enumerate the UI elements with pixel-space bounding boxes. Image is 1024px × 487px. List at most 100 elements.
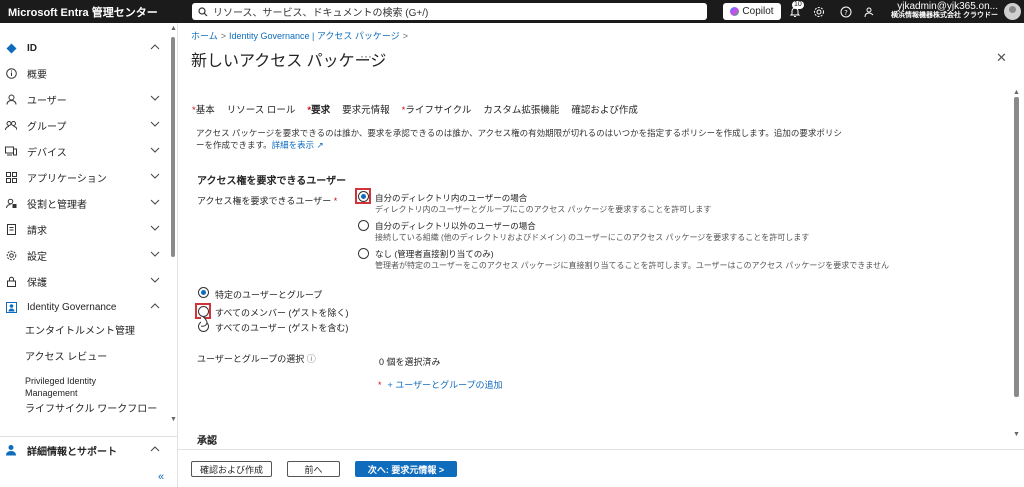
sidebar-subitem-pim[interactable]: Privileged Identity Management [25,375,135,399]
account-info[interactable]: yjkadmin@yjk365.on... 横浜情報機器株式会社 クラウドー [880,2,998,20]
approval-section-title: 承認 [197,436,217,447]
apps-icon [4,170,18,184]
info-icon: ⓘ [306,354,316,364]
billing-icon [4,222,18,236]
sidebar-item-users[interactable]: ユーザー [0,87,170,111]
chevron-down-icon [150,119,160,130]
gear-icon [4,248,18,262]
chevron-down-icon [150,223,160,234]
sidebar-item-settings[interactable]: 設定 [0,243,170,267]
sidebar-item-groups[interactable]: グループ [0,113,170,137]
person-icon [4,92,18,106]
scroll-up-arrow-icon[interactable]: ▲ [1013,89,1020,96]
sidebar-item-label: デバイス [27,147,67,159]
sidebar-item-billing[interactable]: 請求 [0,217,170,241]
tab-basics[interactable]: *基本 [192,102,215,116]
sidebar-item-protection[interactable]: 保護 [0,269,170,293]
notification-badge: 10 [792,1,804,9]
chevron-down-icon [150,197,160,208]
sidebar-item-label: ID [27,42,37,54]
sidebar-item-label: 詳細情報とサポート [27,446,117,458]
select-users-label: ユーザーとグループの選択 ⓘ [197,354,316,364]
option-title: なし (管理者直接割り当てのみ) [375,249,494,259]
sidebar-item-label: ユーザー [27,95,67,107]
sidebar-item-devices[interactable]: デバイス [0,139,170,163]
next-button[interactable]: 次へ: 要求元情報 > [355,461,457,477]
chevron-down-icon [150,93,160,104]
close-icon[interactable]: ✕ [996,50,1007,66]
chevron-up-icon [150,444,160,455]
sidebar-item-label: 役割と管理者 [27,199,87,211]
sidebar-item-applications[interactable]: アプリケーション [0,165,170,189]
previous-button[interactable]: 前へ [287,461,340,477]
radio-specific-users[interactable] [198,287,209,298]
more-options-button[interactable]: ··· [360,49,372,63]
role-icon [4,196,18,210]
field-label: アクセス権を要求できるユーザー * [197,196,338,206]
radio-in-directory[interactable] [358,191,369,202]
page-title: 新しいアクセス パッケージ [191,53,387,70]
radio-none-admin-only[interactable] [358,248,369,259]
wizard-tabs: *基本 リソース ロール *要求 要求元情報 *ライフサイクル カスタム拡張機能… [192,102,650,116]
avatar[interactable] [1004,3,1021,20]
chevron-right-icon: > [220,31,226,41]
tab-requests[interactable]: *要求 [307,102,330,116]
sidebar-item-label: Identity Governance [27,301,117,313]
footer: 確認および作成 前へ 次へ: 要求元情報 > [178,449,1024,487]
scope-option-label: すべてのメンバー (ゲストを除く) [215,308,349,318]
device-icon [4,144,18,158]
tab-review-create[interactable]: 確認および作成 [571,102,638,116]
chevron-down-icon [150,249,160,260]
sidebar-item-roles[interactable]: 役割と管理者 [0,191,170,215]
help-icon[interactable]: ? [838,4,853,19]
breadcrumb-home[interactable]: ホーム [191,31,218,41]
sidebar-item-label: 請求 [27,225,47,237]
option-description: 接続している組織 (他のディレクトリおよびドメイン) のユーザーにこのアクセス … [375,233,810,242]
svg-text:?: ? [844,9,848,17]
breadcrumb-access-packages[interactable]: Identity Governance | アクセス パッケージ [229,31,400,41]
option-title: 自分のディレクトリ以外のユーザーの場合 [375,221,536,231]
add-users-groups-link[interactable]: * + ユーザーとグループの追加 [378,378,503,391]
copilot-button[interactable]: Copilot [723,3,781,20]
tab-resource-roles[interactable]: リソース ロール [227,102,296,116]
scroll-down-arrow-icon[interactable]: ▼ [1013,431,1020,438]
sidebar-subitem-access-reviews[interactable]: アクセス レビュー [25,352,165,364]
learn-more-link[interactable]: 詳細を表示 ↗ [272,140,324,150]
tab-custom-extensions[interactable]: カスタム拡張機能 [483,102,559,116]
copilot-label: Copilot [742,6,774,17]
diamond-icon [4,41,18,55]
collapse-sidebar-button[interactable]: « [158,471,164,483]
cursor-icon [200,315,208,327]
scope-option-label: すべてのユーザー (ゲストを含む) [215,323,349,333]
account-name: yjkadmin@yjk365.on... [897,1,998,12]
chevron-right-icon: > [402,31,409,41]
review-create-button[interactable]: 確認および作成 [191,461,272,477]
main-scrollbar[interactable] [1014,97,1019,397]
scroll-up-arrow-icon[interactable]: ▲ [170,25,177,32]
sidebar-item-identity-governance[interactable]: Identity Governance [0,295,170,319]
sidebar-subitem-lifecycle-workflows[interactable]: ライフサイクル ワークフロー [25,404,165,416]
scroll-down-arrow-icon[interactable]: ▼ [170,416,177,423]
sidebar-item-label: 設定 [27,251,47,263]
tab-lifecycle[interactable]: *ライフサイクル [402,102,472,116]
search-input[interactable]: リソース、サービス、ドキュメントの検索 (G+/) [192,3,707,20]
sidebar-item-help-support[interactable]: 詳細情報とサポート [0,438,170,462]
governance-icon [4,300,18,314]
sidebar-item-label: 概要 [27,69,47,81]
sidebar-subitem-entitlement-management[interactable]: エンタイトルメント管理 [25,326,165,338]
sidebar-scrollbar[interactable] [171,37,175,257]
external-link-icon: ↗ [316,140,324,150]
breadcrumb: ホーム > Identity Governance | アクセス パッケージ > [191,29,411,42]
gear-icon[interactable] [811,4,826,19]
info-icon [4,66,18,80]
sidebar-item-id[interactable]: ID [0,36,170,60]
radio-outside-directory[interactable] [358,220,369,231]
selected-count: 0 個を選択済み [379,357,441,367]
divider [0,436,177,437]
scope-option-label: 特定のユーザーとグループ [215,290,323,300]
feedback-icon[interactable] [862,4,877,19]
option-description: ディレクトリ内のユーザーとグループにこのアクセス パッケージを要求することを許可… [375,205,712,214]
sidebar-item-overview[interactable]: 概要 [0,61,170,85]
tab-requestor-info[interactable]: 要求元情報 [342,102,390,116]
app-title[interactable]: Microsoft Entra 管理センター [0,4,190,20]
